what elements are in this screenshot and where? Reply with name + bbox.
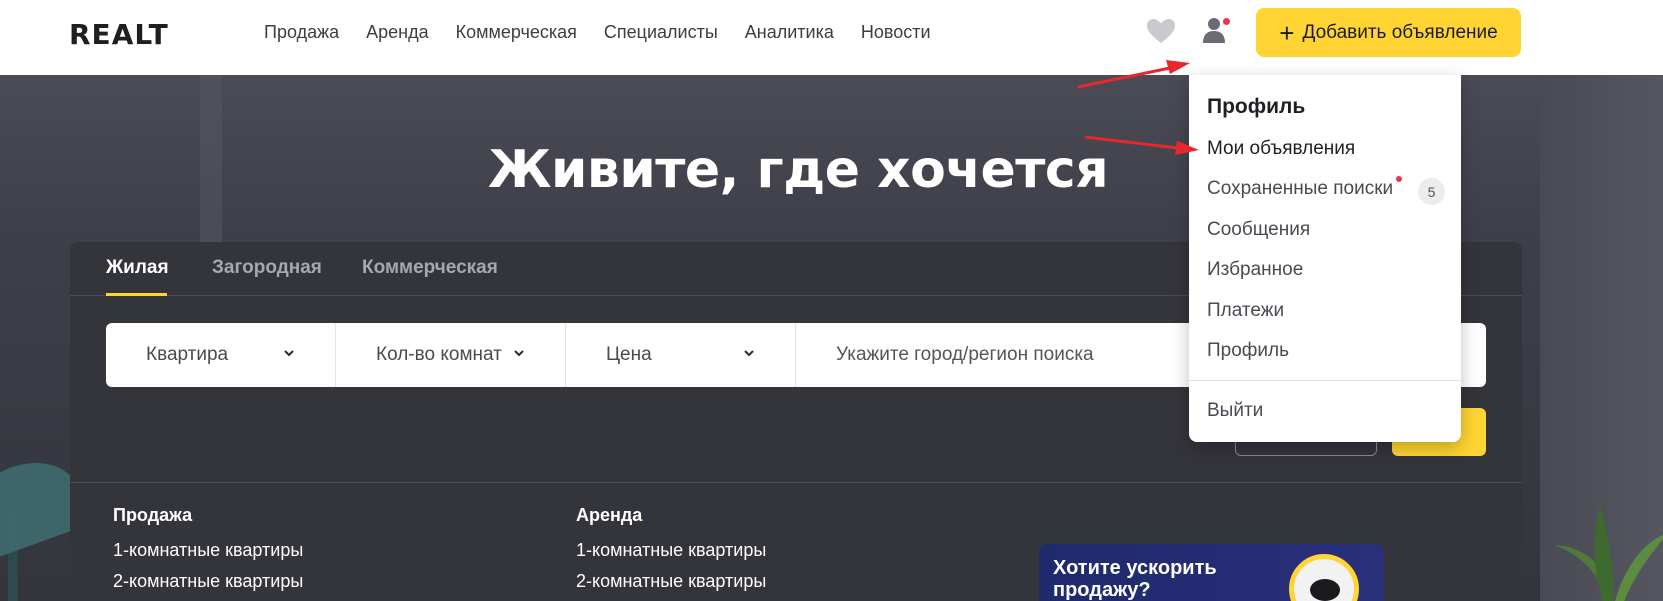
chevron-down-icon [514, 350, 524, 357]
sale-links-title: Продажа [113, 505, 193, 525]
notification-dot [1223, 18, 1230, 25]
tab-commercial[interactable]: Коммерческая [362, 257, 498, 279]
site-logo[interactable]: REALT [69, 18, 169, 51]
chevron-down-icon [284, 350, 294, 357]
menu-profile[interactable]: Профиль [1207, 340, 1289, 362]
menu-messages[interactable]: Сообщения [1207, 219, 1310, 241]
sale-link-1room[interactable]: 1-комнатные квартиры [113, 540, 303, 561]
rent-links: Аренда 1-комнатные квартиры 2-комнатные … [576, 505, 766, 601]
nav-analytics[interactable]: Аналитика [745, 22, 834, 43]
decor-plant-image [1555, 505, 1663, 601]
divider [70, 482, 1522, 483]
rent-link-2room[interactable]: 2-комнатные квартиры [576, 571, 766, 592]
price-value: Цена [606, 344, 652, 365]
nav-sale[interactable]: Продажа [264, 22, 339, 43]
robot-mascot-image [1289, 554, 1359, 601]
main-nav: Продажа Аренда Коммерческая Специалисты … [264, 0, 931, 64]
add-listing-button[interactable]: + Добавить объявление [1256, 8, 1521, 57]
price-select[interactable]: Цена [566, 323, 796, 387]
nav-specialists[interactable]: Специалисты [604, 22, 718, 43]
property-type-select[interactable]: Квартира [106, 323, 336, 387]
nav-commercial[interactable]: Коммерческая [456, 22, 577, 43]
saved-searches-dot [1396, 176, 1402, 182]
chevron-down-icon [744, 350, 754, 357]
active-tab-indicator [106, 293, 167, 296]
sale-link-2room[interactable]: 2-комнатные квартиры [113, 571, 303, 592]
menu-separator [1189, 380, 1461, 381]
nav-rent[interactable]: Аренда [366, 22, 428, 43]
plus-icon: + [1279, 17, 1295, 48]
rent-link-1room[interactable]: 1-комнатные квартиры [576, 540, 766, 561]
rooms-value: Кол-во комнат [376, 344, 502, 365]
menu-logout[interactable]: Выйти [1207, 400, 1263, 422]
city-placeholder: Укажите город/регион поиска [836, 344, 1094, 365]
menu-saved-searches[interactable]: Сохраненные поиски [1207, 178, 1393, 200]
menu-my-listings[interactable]: Мои объявления [1207, 138, 1355, 160]
property-type-value: Квартира [146, 344, 229, 365]
nav-news[interactable]: Новости [861, 22, 931, 43]
favorites-heart-icon[interactable] [1146, 18, 1176, 44]
add-listing-label: Добавить объявление [1302, 21, 1498, 43]
menu-payments[interactable]: Платежи [1207, 300, 1284, 322]
saved-searches-count-badge: 5 [1418, 178, 1445, 205]
profile-menu-title: Профиль [1207, 95, 1306, 118]
sale-links: Продажа 1-комнатные квартиры 2-комнатные… [113, 505, 303, 601]
user-profile-button[interactable] [1202, 16, 1230, 46]
site-header: REALT Продажа Аренда Коммерческая Специа… [0, 0, 1663, 75]
profile-dropdown-menu: Профиль Мои объявления Сохраненные поиск… [1189, 75, 1461, 442]
promo-text: Хотите ускорить продажу? [1053, 557, 1217, 601]
tab-country[interactable]: Загородная [212, 257, 322, 279]
tab-residential[interactable]: Жилая [106, 257, 169, 279]
menu-favorites[interactable]: Избранное [1207, 259, 1303, 281]
rent-links-title: Аренда [576, 505, 643, 525]
rooms-select[interactable]: Кол-во комнат [336, 323, 566, 387]
promo-banner[interactable]: Хотите ускорить продажу? [1039, 544, 1384, 601]
